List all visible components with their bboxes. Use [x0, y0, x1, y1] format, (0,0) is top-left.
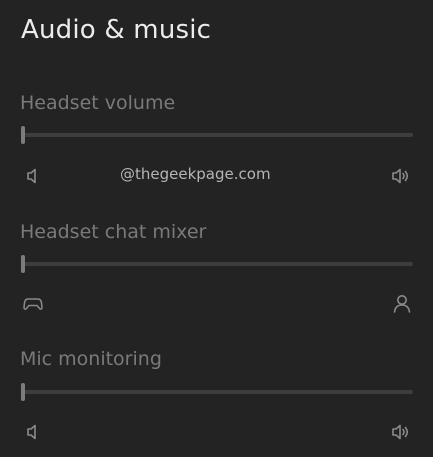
speaker-high-icon [390, 421, 412, 443]
headset-chat-mixer-slider[interactable] [21, 255, 413, 273]
person-icon [391, 292, 413, 314]
mic-monitoring-label: Mic monitoring [20, 348, 162, 370]
page-title: Audio & music [21, 15, 212, 45]
audio-music-panel: Audio & music Headset volume @thegeekpag… [0, 0, 433, 457]
mic-monitoring-slider-thumb[interactable] [21, 383, 25, 401]
mic-monitoring-slider[interactable] [21, 383, 413, 401]
headset-volume-label: Headset volume [20, 92, 176, 114]
speaker-low-icon [22, 421, 44, 443]
headset-volume-slider[interactable] [21, 126, 413, 144]
speaker-low-icon [22, 165, 44, 187]
speaker-high-icon [390, 165, 412, 187]
headset-chat-mixer-slider-thumb[interactable] [21, 255, 25, 273]
headset-chat-mixer-label: Headset chat mixer [20, 221, 207, 243]
watermark-text: @thegeekpage.com [120, 165, 271, 183]
headset-volume-slider-thumb[interactable] [21, 126, 25, 144]
controller-icon [22, 292, 44, 314]
